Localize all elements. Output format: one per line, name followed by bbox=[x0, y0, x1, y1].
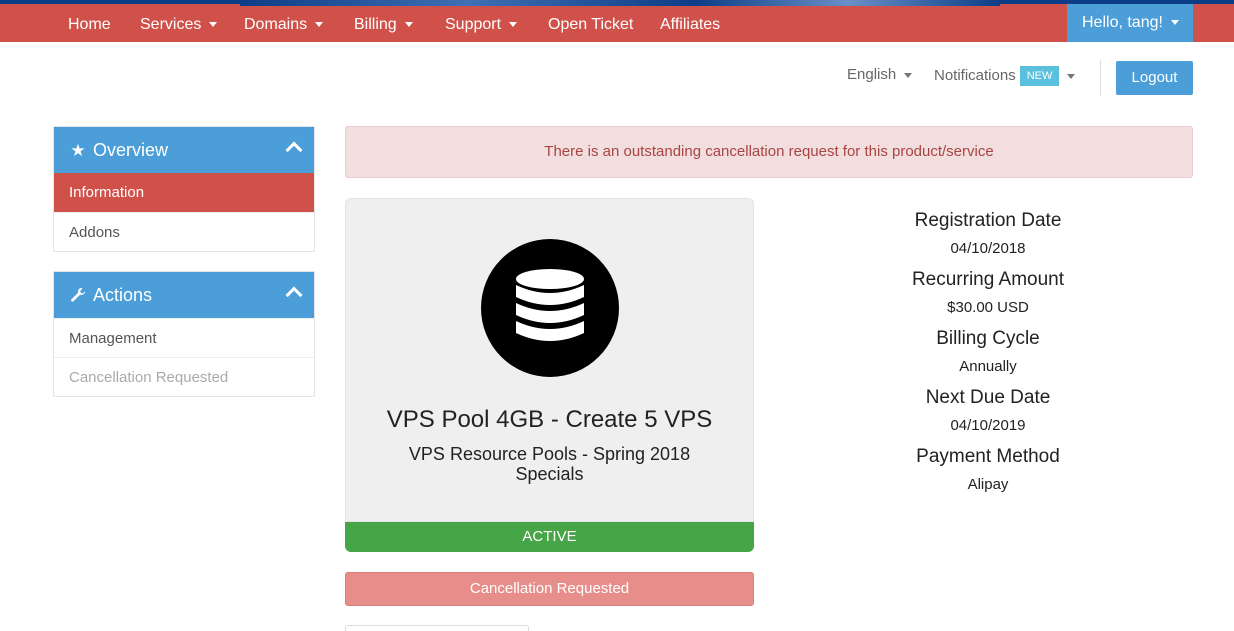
service-details: Registration Date 04/10/2018 Recurring A… bbox=[838, 206, 1138, 501]
divider bbox=[1100, 60, 1101, 96]
chevron-up-icon[interactable] bbox=[285, 141, 303, 159]
logout-button[interactable]: Logout bbox=[1116, 61, 1193, 95]
top-navbar: Home Services Domains Billing Support Op… bbox=[0, 0, 1234, 42]
nav-services[interactable]: Services bbox=[140, 8, 218, 42]
detail-label: Registration Date bbox=[914, 210, 1062, 231]
caret-down-icon bbox=[1170, 20, 1179, 26]
product-name: VPS Pool 4GB - Create 5 VPS bbox=[386, 406, 713, 433]
database-icon bbox=[481, 239, 619, 377]
detail-value: $30.00 USD bbox=[947, 299, 1029, 316]
nav-support[interactable]: Support bbox=[445, 8, 518, 42]
sidebar-item-addons[interactable]: Addons bbox=[54, 212, 314, 251]
nav-open-ticket[interactable]: Open Ticket bbox=[548, 8, 633, 42]
detail-value: 04/10/2019 bbox=[950, 417, 1026, 434]
detail-label: Next Due Date bbox=[925, 387, 1051, 408]
wrench-icon bbox=[69, 273, 87, 319]
nav-domains[interactable]: Domains bbox=[244, 8, 324, 42]
detail-label: Recurring Amount bbox=[911, 269, 1065, 290]
caret-down-icon bbox=[1067, 73, 1076, 79]
detail-label: Payment Method bbox=[916, 446, 1060, 467]
actions-panel: Actions Management Cancellation Requeste… bbox=[53, 271, 315, 397]
next-panel-edge bbox=[345, 625, 529, 631]
product-card: VPS Pool 4GB - Create 5 VPS VPS Resource… bbox=[345, 198, 754, 522]
language-selector[interactable]: English bbox=[847, 66, 913, 83]
actions-panel-header[interactable]: Actions bbox=[54, 272, 314, 318]
notifications-menu[interactable]: Notifications NEW bbox=[934, 66, 1076, 86]
overview-panel-header[interactable]: ★ Overview bbox=[54, 127, 314, 173]
nav-affiliates[interactable]: Affiliates bbox=[660, 8, 720, 42]
caret-down-icon bbox=[904, 72, 913, 78]
caret-down-icon bbox=[209, 22, 218, 28]
header-banner-art bbox=[240, 0, 1000, 6]
sidebar-item-cancellation-requested: Cancellation Requested bbox=[54, 357, 314, 396]
nav-billing[interactable]: Billing bbox=[354, 8, 413, 42]
overview-panel: ★ Overview Information Addons bbox=[53, 126, 315, 252]
nav-home[interactable]: Home bbox=[68, 8, 111, 42]
chevron-up-icon[interactable] bbox=[285, 286, 303, 304]
account-menu-button[interactable]: Hello, tang! bbox=[1067, 4, 1193, 42]
detail-value: Annually bbox=[959, 358, 1017, 375]
detail-label: Billing Cycle bbox=[936, 328, 1040, 349]
detail-value: 04/10/2018 bbox=[950, 240, 1026, 257]
product-group: VPS Resource Pools - Spring 2018 Special… bbox=[408, 444, 691, 484]
detail-value: Alipay bbox=[967, 476, 1009, 493]
caret-down-icon bbox=[315, 22, 324, 28]
caret-down-icon bbox=[509, 22, 518, 28]
cancellation-requested-button: Cancellation Requested bbox=[345, 572, 754, 606]
cancellation-alert: There is an outstanding cancellation req… bbox=[345, 126, 1193, 178]
new-badge: NEW bbox=[1019, 66, 1060, 86]
sidebar-item-information[interactable]: Information bbox=[54, 173, 314, 212]
sidebar-item-management[interactable]: Management bbox=[54, 318, 314, 357]
star-icon: ★ bbox=[70, 141, 86, 160]
status-badge: ACTIVE bbox=[345, 522, 754, 552]
caret-down-icon bbox=[404, 22, 413, 28]
